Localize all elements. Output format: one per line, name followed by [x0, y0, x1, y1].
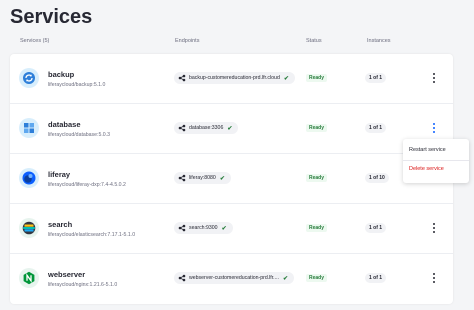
backup-icon: [19, 68, 39, 88]
endpoint-badge[interactable]: liferay:8080 ✔: [174, 172, 231, 184]
service-name[interactable]: backup: [48, 70, 74, 79]
instances-badge: 1 of 1: [365, 73, 387, 83]
endpoint-icon: [178, 74, 186, 82]
endpoint-text: webserver-customereducation-prd.lfr....: [189, 275, 279, 281]
table-row[interactable]: liferay liferaycloud/liferay-dxp:7.4-4.5…: [10, 154, 453, 204]
service-image: liferaycloud/liferay-dxp:7.4-4.5.0.2: [48, 182, 126, 188]
service-image: liferaycloud/nginx:1.21.6-5.1.0: [48, 282, 118, 288]
delete-service-menu-item[interactable]: Delete service: [409, 166, 444, 172]
service-name[interactable]: liferay: [48, 170, 70, 179]
endpoint-text: backup-customereducation-prd.lfr.cloud: [189, 75, 280, 81]
service-image: liferaycloud/database:5.0.3: [48, 132, 111, 138]
services-table: backup liferaycloud/backup:5.1.0 backup-…: [10, 54, 453, 304]
endpoint-icon: [178, 124, 186, 132]
check-icon: ✔: [283, 75, 289, 82]
status-badge: Ready: [306, 124, 328, 132]
row-actions-kebab-icon[interactable]: [430, 122, 438, 134]
endpoint-badge[interactable]: database:3306 ✔: [174, 122, 239, 134]
check-icon: ✔: [282, 275, 288, 282]
instances-badge: 1 of 1: [365, 123, 387, 133]
status-badge: Ready: [306, 174, 328, 182]
liferay-icon: [19, 168, 39, 188]
row-actions-kebab-icon[interactable]: [430, 72, 438, 84]
status-badge: Ready: [306, 74, 328, 82]
table-row[interactable]: search liferaycloud/elasticsearch:7.17.1…: [10, 204, 453, 254]
column-header-services: Services (5): [20, 38, 50, 44]
service-name[interactable]: webserver: [48, 270, 85, 279]
endpoint-icon: [178, 224, 186, 232]
instances-badge: 1 of 1: [365, 223, 387, 233]
service-name[interactable]: database: [48, 120, 81, 129]
column-header-endpoints: Endpoints: [175, 38, 200, 44]
endpoint-text: search:9300: [189, 225, 218, 231]
database-icon: [19, 118, 39, 138]
endpoint-badge[interactable]: webserver-customereducation-prd.lfr.... …: [174, 272, 294, 284]
table-row[interactable]: database liferaycloud/database:5.0.3 dat…: [10, 104, 453, 154]
service-actions-menu: Restart service Delete service: [403, 139, 469, 183]
elasticsearch-icon: [19, 218, 39, 238]
table-row[interactable]: webserver liferaycloud/nginx:1.21.6-5.1.…: [10, 254, 453, 304]
row-actions-kebab-icon[interactable]: [430, 272, 438, 284]
status-badge: Ready: [306, 224, 328, 232]
check-icon: ✔: [221, 225, 227, 232]
status-badge: Ready: [306, 274, 328, 282]
service-name[interactable]: search: [48, 220, 72, 229]
service-image: liferaycloud/backup:5.1.0: [48, 82, 106, 88]
endpoint-badge[interactable]: search:9300 ✔: [174, 222, 233, 234]
endpoint-icon: [178, 274, 186, 282]
nginx-icon: [19, 268, 39, 288]
row-actions-kebab-icon[interactable]: [430, 222, 438, 234]
service-image: liferaycloud/elasticsearch:7.17.1-5.1.0: [48, 232, 136, 238]
menu-divider: [403, 160, 469, 161]
check-icon: ✔: [227, 125, 233, 132]
restart-service-menu-item[interactable]: Restart service: [409, 147, 446, 153]
endpoint-icon: [178, 174, 186, 182]
endpoint-badge[interactable]: backup-customereducation-prd.lfr.cloud ✔: [174, 72, 295, 84]
check-icon: ✔: [219, 175, 225, 182]
endpoint-text: database:3306: [189, 125, 224, 131]
endpoint-text: liferay:8080: [189, 175, 216, 181]
column-header-instances: Instances: [367, 38, 391, 44]
instances-badge: 1 of 1: [365, 273, 387, 283]
table-row[interactable]: backup liferaycloud/backup:5.1.0 backup-…: [10, 54, 453, 104]
column-header-status: Status: [306, 38, 322, 44]
instances-badge: 1 of 10: [365, 173, 389, 183]
page-title: Services: [10, 6, 93, 28]
